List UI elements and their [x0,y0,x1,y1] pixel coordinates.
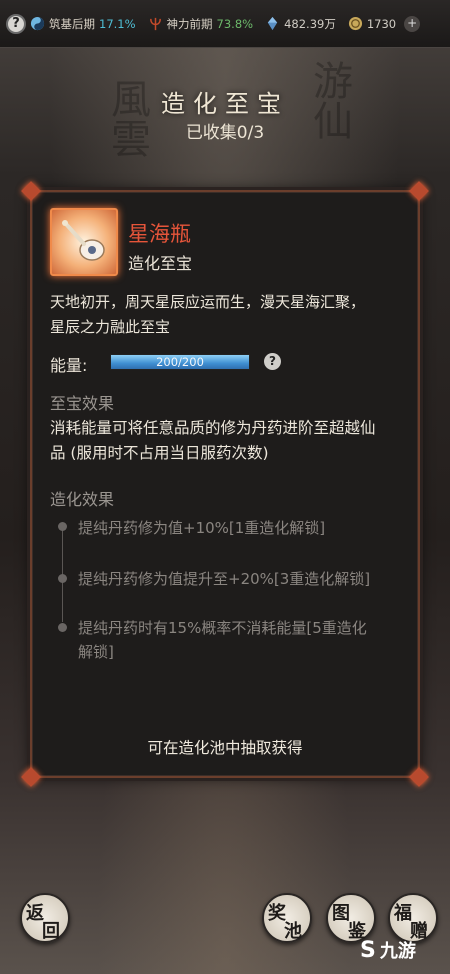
bottle-icon [62,220,105,261]
watermark-mark: S [360,937,376,963]
craft-effect-title: 造化效果 [50,490,115,509]
top-status-bar: ? 筑基后期 17.1% 神力前期 73.8% 482.39万 1730 + [0,0,450,48]
timeline-dot [58,574,67,583]
power-label: 神力前期 [166,16,213,31]
stage-label: 筑基后期 [49,16,95,31]
page-title: 造化至宝 [161,90,289,118]
craft-effect-line: 提纯丹药时有15%概率不消耗能量[5重造化 [78,619,367,637]
add-coins-button[interactable]: + [404,15,421,32]
divine-power-stage[interactable]: 神力前期 73.8% [148,16,254,32]
watermark-text: 九游 [379,941,416,962]
watermark-logo: S 九游 [360,932,440,968]
effect-line: 品 (服用时不占用当日服药次数) [50,444,269,462]
prize-pool-button[interactable]: 奖 池 [262,893,312,943]
panel-corner-ornament [409,181,429,201]
energy-label: 能量: [50,356,88,375]
panel-corner-ornament [21,767,41,787]
pool-button-char-2: 池 [284,921,302,942]
star-sea-bottle-icon [50,208,118,276]
power-percent: 73.8% [216,16,254,31]
craft-effect-line: 提纯丹药修为值+10%[1重造化解锁] [78,519,326,537]
item-description: 天地初开，周天星辰应运而生，漫天星海汇聚， 星辰之力融此至宝 [50,290,406,340]
back-button[interactable]: 返 回 [20,893,70,943]
craft-effect-item: 提纯丹药修为值+10%[1重造化解锁] [78,516,398,540]
coin-amount: 1730 [366,16,397,31]
cultivation-stage[interactable]: 筑基后期 17.1% [30,16,136,32]
stage-percent: 17.1% [99,16,136,31]
timeline-dot [58,623,67,632]
crystal-icon [267,16,278,31]
treasure-effect-title: 至宝效果 [50,394,115,413]
timeline-dot [58,522,67,531]
energy-bar: 200/200 [110,354,250,370]
craft-effect-item: 提纯丹药时有15%概率不消耗能量[5重造化 解锁] [78,616,398,664]
description-line: 天地初开，周天星辰应运而生，漫天星海汇聚， [50,293,366,311]
item-name: 星海瓶 [128,222,191,246]
panel-corner-ornament [409,767,429,787]
coin-balance[interactable]: 1730 + [348,15,421,32]
craft-effect-line: 解锁] [78,643,114,661]
energy-help-button[interactable]: ? [264,353,281,370]
acquisition-source: 可在造化池中抽取获得 [147,739,303,757]
gem-balance[interactable]: 482.39万 [265,16,336,32]
trident-icon [149,17,161,31]
description-line: 星辰之力融此至宝 [50,318,171,336]
energy-value: 200/200 [156,355,204,369]
panel-corner-ornament [21,181,41,201]
collection-progress: 已收集0/3 [185,123,265,143]
coin-icon [348,16,362,31]
item-type: 造化至宝 [128,254,193,273]
yin-yang-icon [30,16,45,31]
gem-amount: 482.39万 [284,16,336,31]
treasure-detail-panel: 星海瓶 造化至宝 天地初开，周天星辰应运而生，漫天星海汇聚， 星辰之力融此至宝 … [21,181,429,787]
craft-effect-line: 提纯丹药修为值提升至+20%[3重造化解锁] [78,570,371,588]
back-button-char-2: 回 [42,921,60,942]
treasure-effect-text: 消耗能量可将任意品质的修为丹药进阶至超越仙 品 (服用时不占用当日服药次数) [50,416,410,466]
effect-line: 消耗能量可将任意品质的修为丹药进阶至超越仙 [50,419,376,437]
help-button[interactable]: ? [6,13,26,34]
craft-effect-item: 提纯丹药修为值提升至+20%[3重造化解锁] [78,567,398,591]
